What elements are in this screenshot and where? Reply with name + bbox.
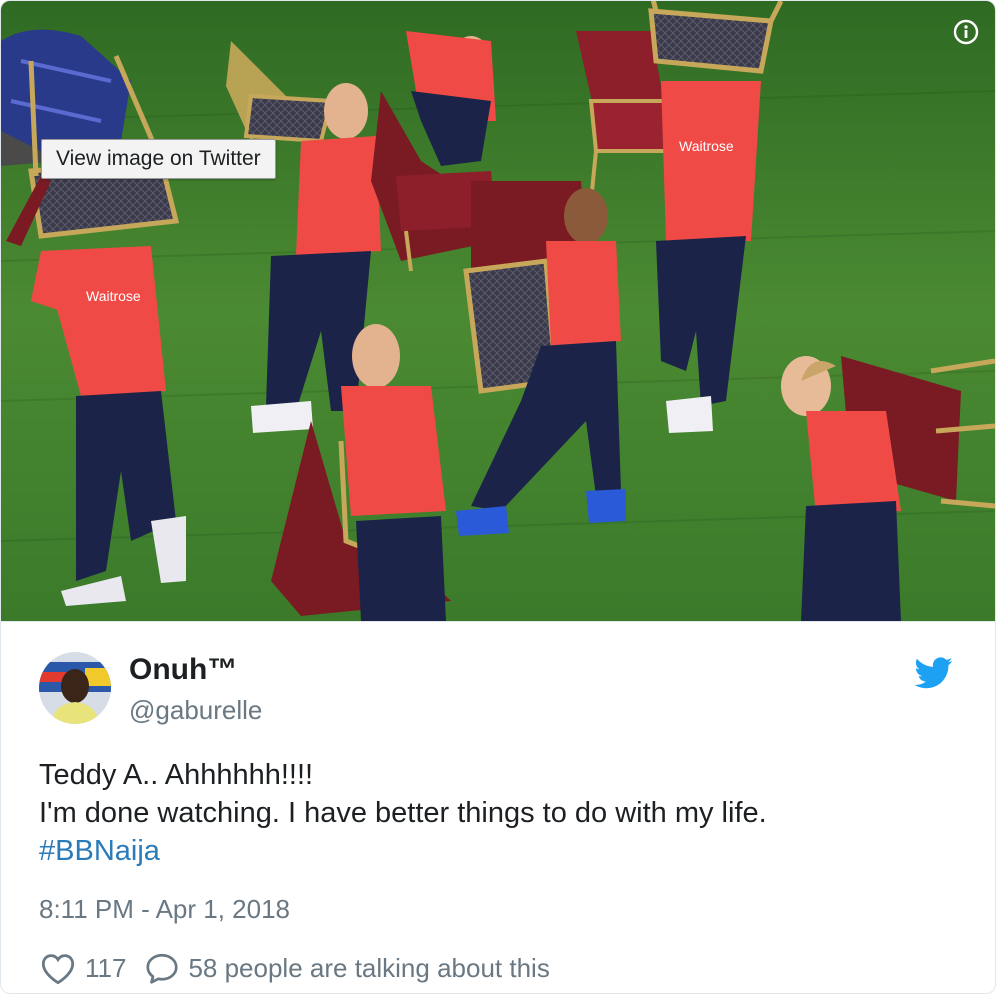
like-button[interactable]: 117 <box>39 951 144 985</box>
author-display-name[interactable]: Onuh™ <box>129 653 237 687</box>
tweet-text-line: Teddy A.. Ahhhhhh!!!! <box>39 759 314 791</box>
hashtag-link[interactable]: #BBNaija <box>39 835 160 867</box>
svg-text:Waitrose: Waitrose <box>86 288 141 304</box>
twitter-bird-icon[interactable] <box>915 657 953 689</box>
cricket-players-carrying-chairs-image: Waitrose Waitrose <box>1 1 995 621</box>
tweet-actions: 117 58 people are talking about this <box>39 951 550 985</box>
avatar-photo <box>39 652 111 724</box>
tweet-card: Waitrose Waitrose View image on Twitter … <box>0 0 996 994</box>
talking-about-link[interactable]: 58 people are talking about this <box>144 951 550 985</box>
heart-icon <box>41 954 75 985</box>
svg-text:Waitrose: Waitrose <box>679 138 734 154</box>
info-icon[interactable] <box>953 19 979 45</box>
author-handle[interactable]: @gaburelle <box>129 695 262 726</box>
tweet-timestamp[interactable]: 8:11 PM - Apr 1, 2018 <box>39 894 290 925</box>
tweet-text: Teddy A.. Ahhhhhh!!!! I'm done watching.… <box>39 756 767 870</box>
talking-about-text: 58 people are talking about this <box>188 952 550 983</box>
tweet-text-line: I'm done watching. I have better things … <box>39 797 767 829</box>
avatar[interactable] <box>39 652 111 724</box>
speech-bubble-icon <box>146 953 179 984</box>
like-count: 117 <box>85 952 127 983</box>
view-image-on-twitter-button[interactable]: View image on Twitter <box>41 139 276 179</box>
tweet-photo[interactable]: Waitrose Waitrose View image on Twitter <box>1 1 995 622</box>
